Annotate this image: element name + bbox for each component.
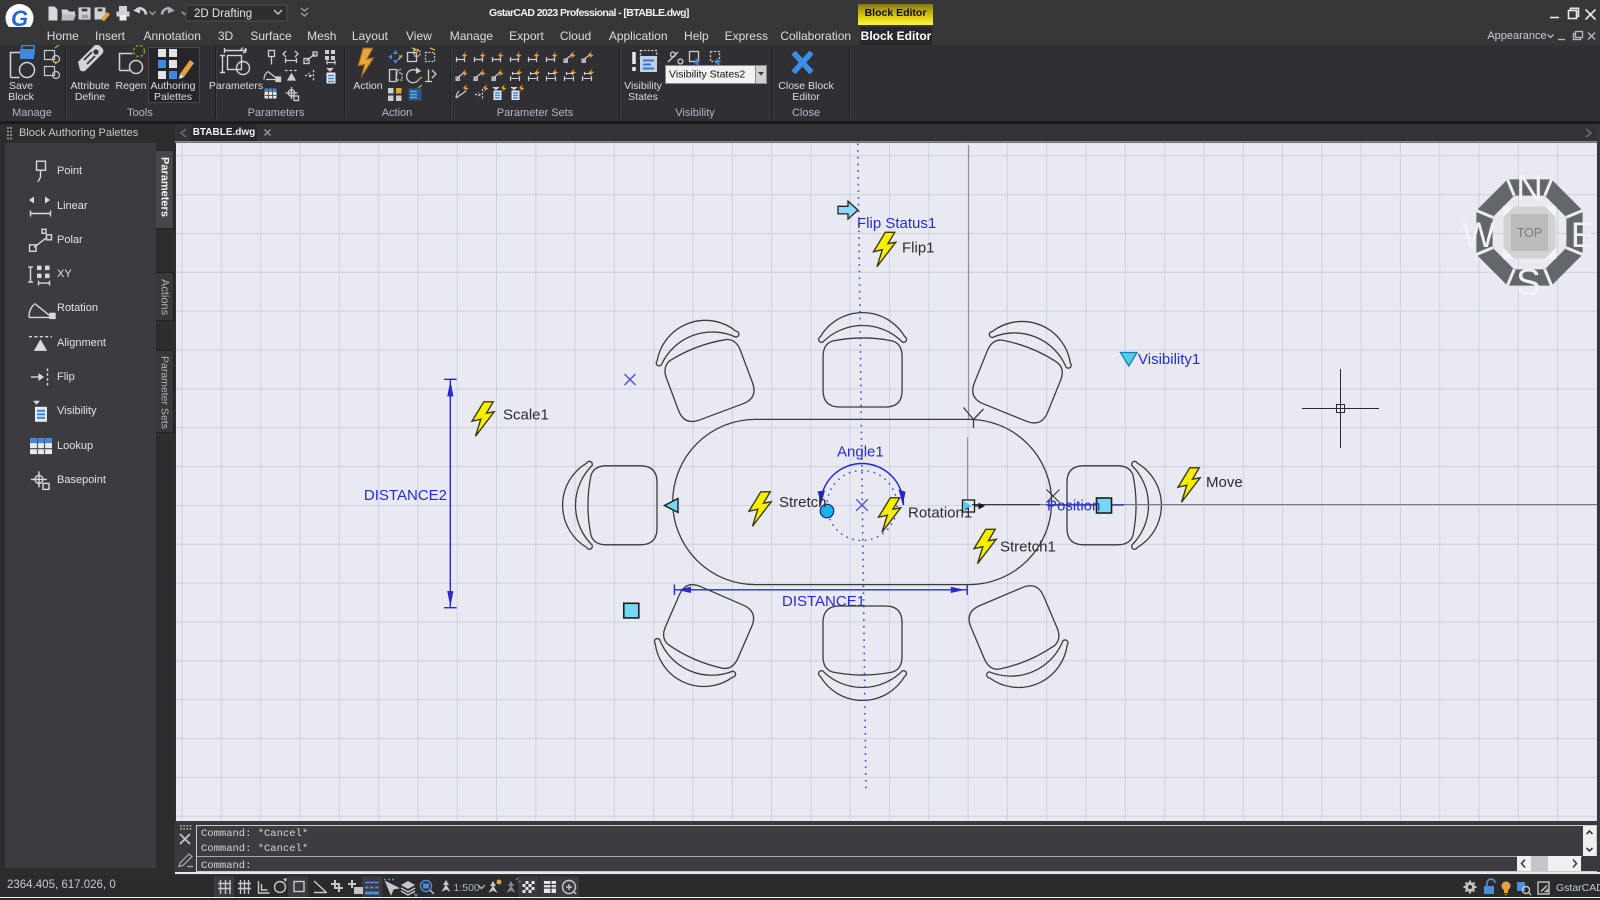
svg-text:1:500: 1:500 (454, 882, 480, 894)
svg-text:Move: Move (1206, 474, 1243, 491)
svg-text:Stretch: Stretch (779, 494, 827, 511)
svg-text:W: W (1462, 216, 1495, 255)
svg-text:Visibility States2: Visibility States2 (669, 69, 745, 81)
svg-text:Angle1: Angle1 (837, 444, 884, 461)
svg-text:Position: Position (1047, 498, 1100, 515)
svg-text:E: E (1571, 216, 1594, 255)
svg-text:2D Drafting: 2D Drafting (194, 8, 252, 20)
svg-text:DISTANCE2: DISTANCE2 (364, 487, 447, 504)
svg-text:DISTANCE1: DISTANCE1 (782, 593, 865, 610)
svg-text:Visibility1: Visibility1 (1138, 351, 1200, 368)
svg-text:Scale1: Scale1 (503, 407, 549, 424)
svg-text:Flip1: Flip1 (902, 240, 935, 257)
svg-text:S: S (1516, 262, 1541, 303)
svg-text:TOP: TOP (1517, 226, 1542, 240)
svg-text:N: N (1516, 168, 1543, 209)
svg-text:Rotation1: Rotation1 (908, 505, 972, 522)
svg-text:Stretch1: Stretch1 (1000, 539, 1056, 556)
svg-text:Flip Status1: Flip Status1 (857, 215, 936, 232)
